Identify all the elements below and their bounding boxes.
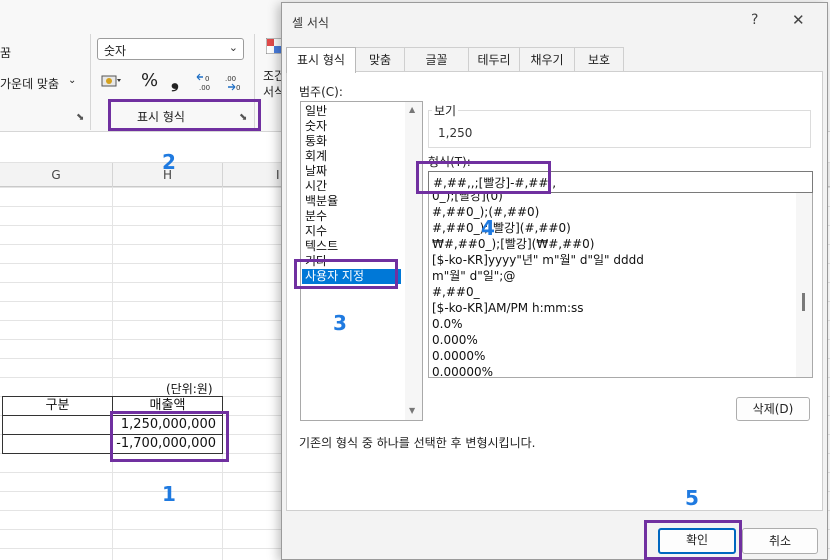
- highlight-box-number-format: [108, 99, 261, 131]
- number-format-value: 숫자: [104, 44, 127, 58]
- grid-line: [222, 187, 223, 560]
- tab-protection[interactable]: 보호: [574, 47, 624, 72]
- list-item[interactable]: [$-ko-KR]yyyy"년" m"월" d"일" dddd: [432, 252, 644, 268]
- close-icon[interactable]: ✕: [792, 11, 805, 29]
- list-item[interactable]: 숫자: [305, 119, 327, 134]
- list-item[interactable]: 시간: [305, 179, 327, 194]
- list-item[interactable]: ₩#,##0_);[빨강](₩#,##0): [432, 236, 595, 252]
- decrease-decimal-icon[interactable]: .00 0: [222, 72, 244, 92]
- table-header-category[interactable]: 구분: [2, 396, 113, 416]
- highlight-box-ok: [644, 520, 742, 560]
- list-item[interactable]: [$-ko-KR]AM/PM h:mm:ss: [432, 300, 584, 316]
- accounting-format-icon[interactable]: [100, 72, 122, 90]
- list-item[interactable]: 0.0000%: [432, 348, 485, 364]
- ribbon-merge-center-label[interactable]: 가운데 맞춤: [0, 75, 59, 92]
- annotation-number: 3: [333, 311, 347, 335]
- tab-alignment[interactable]: 맞춤: [355, 47, 405, 72]
- annotation-number: 5: [685, 486, 699, 510]
- list-item[interactable]: #,##0_: [432, 284, 480, 300]
- alignment-launcher-icon[interactable]: ⬊: [76, 112, 84, 123]
- svg-text:.00: .00: [199, 84, 210, 92]
- list-item[interactable]: 분수: [305, 209, 327, 224]
- comma-style-icon[interactable]: ❟: [171, 68, 179, 92]
- chevron-down-icon[interactable]: ⌄: [68, 75, 76, 86]
- tab-border[interactable]: 테두리: [468, 47, 520, 72]
- highlight-box-type-input: [416, 161, 551, 194]
- svg-text:0: 0: [236, 84, 240, 92]
- list-item[interactable]: 일반: [305, 104, 327, 119]
- scroll-down-icon[interactable]: ▼: [409, 406, 415, 415]
- svg-text:.00: .00: [225, 75, 236, 83]
- svg-text:0: 0: [205, 75, 209, 83]
- scroll-thumb[interactable]: [802, 293, 805, 311]
- table-cell-empty[interactable]: [2, 415, 113, 435]
- number-format-combo[interactable]: 숫자 ⌄: [97, 38, 244, 60]
- annotation-number: 1: [162, 482, 176, 506]
- sample-value: 1,250: [438, 126, 473, 140]
- category-scrollbar[interactable]: [405, 102, 422, 420]
- list-item[interactable]: 날짜: [305, 164, 327, 179]
- percent-style-icon[interactable]: %: [141, 70, 158, 91]
- list-item[interactable]: 백분율: [305, 194, 338, 209]
- number-tab-panel: 범주(C): 일반 숫자 통화 회계 날짜 시간 백분율 분수 지수 텍스트 기…: [286, 71, 823, 511]
- annotation-number: 4: [481, 216, 495, 240]
- chevron-down-icon: ⌄: [228, 41, 238, 54]
- scroll-up-icon[interactable]: ▲: [409, 105, 415, 114]
- list-item[interactable]: 0.00000%: [432, 364, 493, 377]
- sample-group: 1,250: [428, 110, 811, 148]
- cancel-button[interactable]: 취소: [742, 528, 818, 554]
- list-item[interactable]: 텍스트: [305, 239, 338, 254]
- list-item[interactable]: m"월" d"일";@: [432, 268, 515, 284]
- ribbon-wrap-text-label[interactable]: 꿈: [0, 44, 11, 61]
- column-header-i[interactable]: I: [223, 163, 283, 187]
- help-icon[interactable]: ?: [751, 12, 758, 28]
- highlight-box-custom-category: [294, 259, 398, 289]
- list-item[interactable]: 0.000%: [432, 332, 478, 348]
- increase-decimal-icon[interactable]: 0 .00: [195, 72, 217, 92]
- list-item[interactable]: #,##0_);[빨강](#,##0): [432, 220, 571, 236]
- list-item[interactable]: 0.0%: [432, 316, 463, 332]
- tab-font[interactable]: 글꼴: [404, 47, 469, 72]
- list-item[interactable]: 통화: [305, 134, 327, 149]
- grid-line: [112, 187, 113, 560]
- list-item[interactable]: 지수: [305, 224, 327, 239]
- unit-note: (단위:원): [166, 382, 213, 396]
- sample-label: 보기: [432, 102, 459, 119]
- column-header-g[interactable]: G: [0, 163, 113, 187]
- table-cell-empty[interactable]: [2, 434, 113, 454]
- delete-button[interactable]: 삭제(D): [736, 397, 810, 421]
- dialog-title: 셀 서식: [292, 16, 329, 30]
- list-item[interactable]: 회계: [305, 149, 327, 164]
- list-item[interactable]: 0_);[빨강](0): [432, 193, 503, 204]
- tab-fill[interactable]: 채우기: [519, 47, 575, 72]
- format-list-scrollbar[interactable]: [796, 193, 812, 377]
- highlight-box-values: [110, 411, 229, 462]
- format-description: 기존의 형식 중 하나를 선택한 후 변형시킵니다.: [299, 436, 536, 450]
- category-label: 범주(C):: [299, 85, 343, 99]
- ribbon-separator: [90, 34, 91, 130]
- annotation-number: 2: [162, 150, 176, 174]
- conditional-format-icon[interactable]: [265, 37, 283, 55]
- format-cells-dialog: 셀 서식 ? ✕ 표시 형식 맞춤 글꼴 테두리 채우기 보호 범주(C): 일…: [281, 2, 828, 560]
- tab-number[interactable]: 표시 형식: [286, 47, 356, 73]
